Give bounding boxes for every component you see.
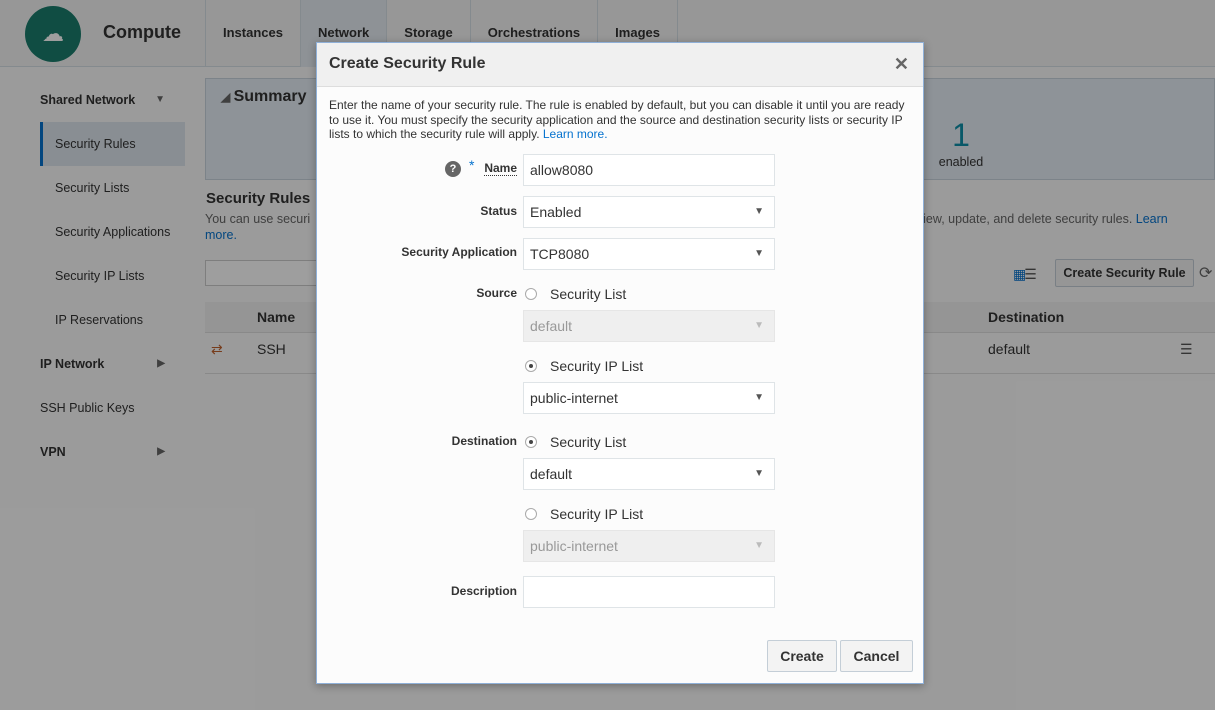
security-application-label: Security Application bbox=[401, 245, 517, 259]
dialog-intro: Enter the name of your security rule. Th… bbox=[329, 98, 905, 141]
radio-selected-icon bbox=[525, 436, 537, 448]
description-label: Description bbox=[450, 584, 517, 598]
required-icon: * bbox=[469, 157, 475, 173]
help-icon[interactable]: ? bbox=[445, 161, 461, 177]
radio-selected-icon bbox=[525, 360, 537, 372]
chevron-down-icon: ▼ bbox=[754, 206, 764, 217]
dialog-header: Create Security Rule ✕ bbox=[317, 43, 923, 87]
cancel-button[interactable]: Cancel bbox=[840, 640, 913, 672]
close-icon[interactable]: ✕ bbox=[894, 54, 909, 75]
destination-label: Destination bbox=[451, 434, 517, 448]
name-label: Name bbox=[484, 161, 517, 176]
radio-icon bbox=[525, 288, 537, 300]
destination-security-list-radio[interactable]: Security List bbox=[525, 434, 626, 450]
status-select[interactable]: Enabled ▼ bbox=[523, 196, 775, 228]
source-label: Source bbox=[476, 286, 517, 300]
chevron-down-icon: ▼ bbox=[754, 320, 764, 331]
chevron-down-icon: ▼ bbox=[754, 392, 764, 403]
source-security-list-select: default ▼ bbox=[523, 310, 775, 342]
security-application-select[interactable]: TCP8080 ▼ bbox=[523, 238, 775, 270]
source-security-ip-list-radio[interactable]: Security IP List bbox=[525, 358, 643, 374]
status-label: Status bbox=[480, 204, 517, 218]
learn-more-link[interactable]: Learn more. bbox=[543, 127, 608, 141]
description-input[interactable] bbox=[523, 576, 775, 608]
name-input[interactable]: allow8080 bbox=[523, 154, 775, 186]
dialog-title: Create Security Rule bbox=[329, 55, 486, 72]
create-button[interactable]: Create bbox=[767, 640, 837, 672]
destination-security-list-select[interactable]: default ▼ bbox=[523, 458, 775, 490]
chevron-down-icon: ▼ bbox=[754, 468, 764, 479]
destination-security-ip-list-radio[interactable]: Security IP List bbox=[525, 506, 643, 522]
destination-security-ip-list-select: public-internet ▼ bbox=[523, 530, 775, 562]
create-security-rule-dialog: Create Security Rule ✕ Enter the name of… bbox=[316, 42, 924, 684]
source-security-list-radio[interactable]: Security List bbox=[525, 286, 626, 302]
chevron-down-icon: ▼ bbox=[754, 248, 764, 259]
radio-icon bbox=[525, 508, 537, 520]
source-security-ip-list-select[interactable]: public-internet ▼ bbox=[523, 382, 775, 414]
chevron-down-icon: ▼ bbox=[754, 540, 764, 551]
